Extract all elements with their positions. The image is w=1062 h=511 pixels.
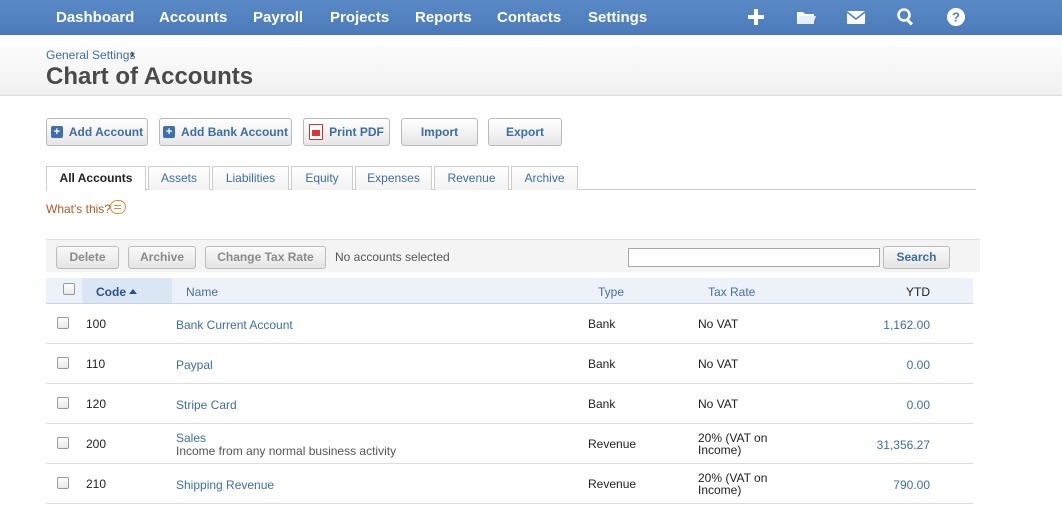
account-name-link[interactable]: Shipping Revenue <box>176 478 274 492</box>
nav-accounts[interactable]: Accounts <box>159 0 227 35</box>
print-pdf-label: Print PDF <box>329 125 384 139</box>
account-code: 120 <box>86 397 107 411</box>
row-checkbox[interactable] <box>57 357 69 369</box>
archive-button[interactable]: Archive <box>128 246 196 269</box>
table-header: Code Name Type Tax Rate YTD <box>46 278 973 304</box>
row-checkbox[interactable] <box>57 477 69 489</box>
account-name-link[interactable]: Sales <box>176 431 206 445</box>
column-header-tax-rate[interactable]: Tax Rate <box>708 285 755 299</box>
account-description: Income from any normal business activity <box>176 444 397 458</box>
breadcrumb-separator: › <box>130 46 135 61</box>
account-type: Bank <box>588 317 616 331</box>
plus-icon[interactable] <box>745 6 767 28</box>
selection-status: No accounts selected <box>335 250 450 264</box>
account-type: Revenue <box>588 477 637 491</box>
account-code: 110 <box>86 357 106 371</box>
print-pdf-button[interactable]: Print PDF <box>303 118 390 146</box>
table-row[interactable]: 210 Shipping Revenue Revenue 20% (VAT on… <box>46 464 973 504</box>
account-code: 200 <box>86 437 107 451</box>
mail-icon[interactable] <box>845 6 867 28</box>
title-band: General Settings › Chart of Accounts <box>0 35 1062 96</box>
table-row[interactable]: 120 Stripe Card Bank No VAT 0.00 <box>46 384 973 424</box>
table-toolbar: Delete Archive Change Tax Rate No accoun… <box>46 239 980 272</box>
pdf-icon <box>309 123 324 140</box>
row-checkbox[interactable] <box>57 397 69 409</box>
folder-icon[interactable] <box>795 6 817 28</box>
column-header-name[interactable]: Name <box>186 285 218 299</box>
account-code: 100 <box>86 317 107 331</box>
account-name-link[interactable]: Paypal <box>176 358 213 372</box>
account-type: Revenue <box>588 437 637 451</box>
account-ytd[interactable]: 0.00 <box>907 398 930 412</box>
tab-equity[interactable]: Equity <box>291 166 353 190</box>
add-account-label: Add Account <box>68 125 144 139</box>
speech-bubble-icon[interactable] <box>110 200 126 214</box>
tab-all-accounts[interactable]: All Accounts <box>46 166 146 191</box>
top-navigation: Dashboard Accounts Payroll Projects Repo… <box>0 0 1062 35</box>
account-tax-rate: No VAT <box>698 357 739 371</box>
account-type: Bank <box>588 357 616 371</box>
sort-ascending-icon <box>129 289 137 295</box>
nav-payroll[interactable]: Payroll <box>253 0 303 35</box>
add-account-button[interactable]: + Add Account <box>46 118 148 146</box>
column-header-code[interactable]: Code <box>96 285 137 299</box>
tab-assets[interactable]: Assets <box>148 166 210 190</box>
plus-icon: + <box>50 125 63 138</box>
tab-archive[interactable]: Archive <box>511 166 578 190</box>
svg-text:?: ? <box>952 10 960 25</box>
row-checkbox[interactable] <box>57 437 69 449</box>
account-ytd[interactable]: 31,356.27 <box>877 438 930 452</box>
account-ytd[interactable]: 0.00 <box>907 358 930 372</box>
help-icon[interactable]: ? <box>945 6 967 28</box>
search-icon[interactable] <box>895 6 917 28</box>
nav-dashboard[interactable]: Dashboard <box>56 0 134 35</box>
add-bank-account-button[interactable]: + Add Bank Account <box>159 118 292 146</box>
select-all-checkbox[interactable] <box>63 283 75 295</box>
nav-contacts[interactable]: Contacts <box>497 0 561 35</box>
column-header-ytd[interactable]: YTD <box>906 285 930 299</box>
column-header-code-label: Code <box>96 285 126 299</box>
column-header-type[interactable]: Type <box>598 285 624 299</box>
nav-reports[interactable]: Reports <box>415 0 472 35</box>
tab-liabilities[interactable]: Liabilities <box>212 166 289 190</box>
row-checkbox[interactable] <box>57 317 69 329</box>
whats-this-link[interactable]: What's this? <box>46 202 111 216</box>
account-tax-rate-line-2: Income) <box>698 443 742 457</box>
change-tax-rate-button[interactable]: Change Tax Rate <box>205 246 326 269</box>
account-ytd[interactable]: 1,162.00 <box>883 318 930 332</box>
table-row[interactable]: 100 Bank Current Account Bank No VAT 1,1… <box>46 304 973 344</box>
delete-button[interactable]: Delete <box>56 246 119 269</box>
nav-projects[interactable]: Projects <box>330 0 389 35</box>
plus-icon: + <box>163 125 176 138</box>
export-button[interactable]: Export <box>488 118 562 146</box>
tab-expenses[interactable]: Expenses <box>355 166 432 190</box>
account-tax-rate: No VAT <box>698 397 739 411</box>
account-name-link[interactable]: Bank Current Account <box>176 318 293 332</box>
account-name-link[interactable]: Stripe Card <box>176 398 237 412</box>
account-tax-rate: No VAT <box>698 317 739 331</box>
page-title: Chart of Accounts <box>46 63 254 90</box>
nav-settings[interactable]: Settings <box>588 0 647 35</box>
account-type: Bank <box>588 397 616 411</box>
import-button[interactable]: Import <box>401 118 478 146</box>
breadcrumb-general-settings[interactable]: General Settings <box>46 48 135 62</box>
search-button[interactable]: Search <box>883 246 950 269</box>
table-row[interactable]: 200 Sales Income from any normal busines… <box>46 424 973 464</box>
tab-revenue[interactable]: Revenue <box>434 166 509 190</box>
account-ytd[interactable]: 790.00 <box>893 478 930 492</box>
search-input[interactable] <box>628 248 880 267</box>
account-code: 210 <box>86 477 107 491</box>
account-tax-rate-line-2: Income) <box>698 483 742 497</box>
add-bank-account-label: Add Bank Account <box>181 125 288 139</box>
table-row[interactable]: 110 Paypal Bank No VAT 0.00 <box>46 344 973 384</box>
